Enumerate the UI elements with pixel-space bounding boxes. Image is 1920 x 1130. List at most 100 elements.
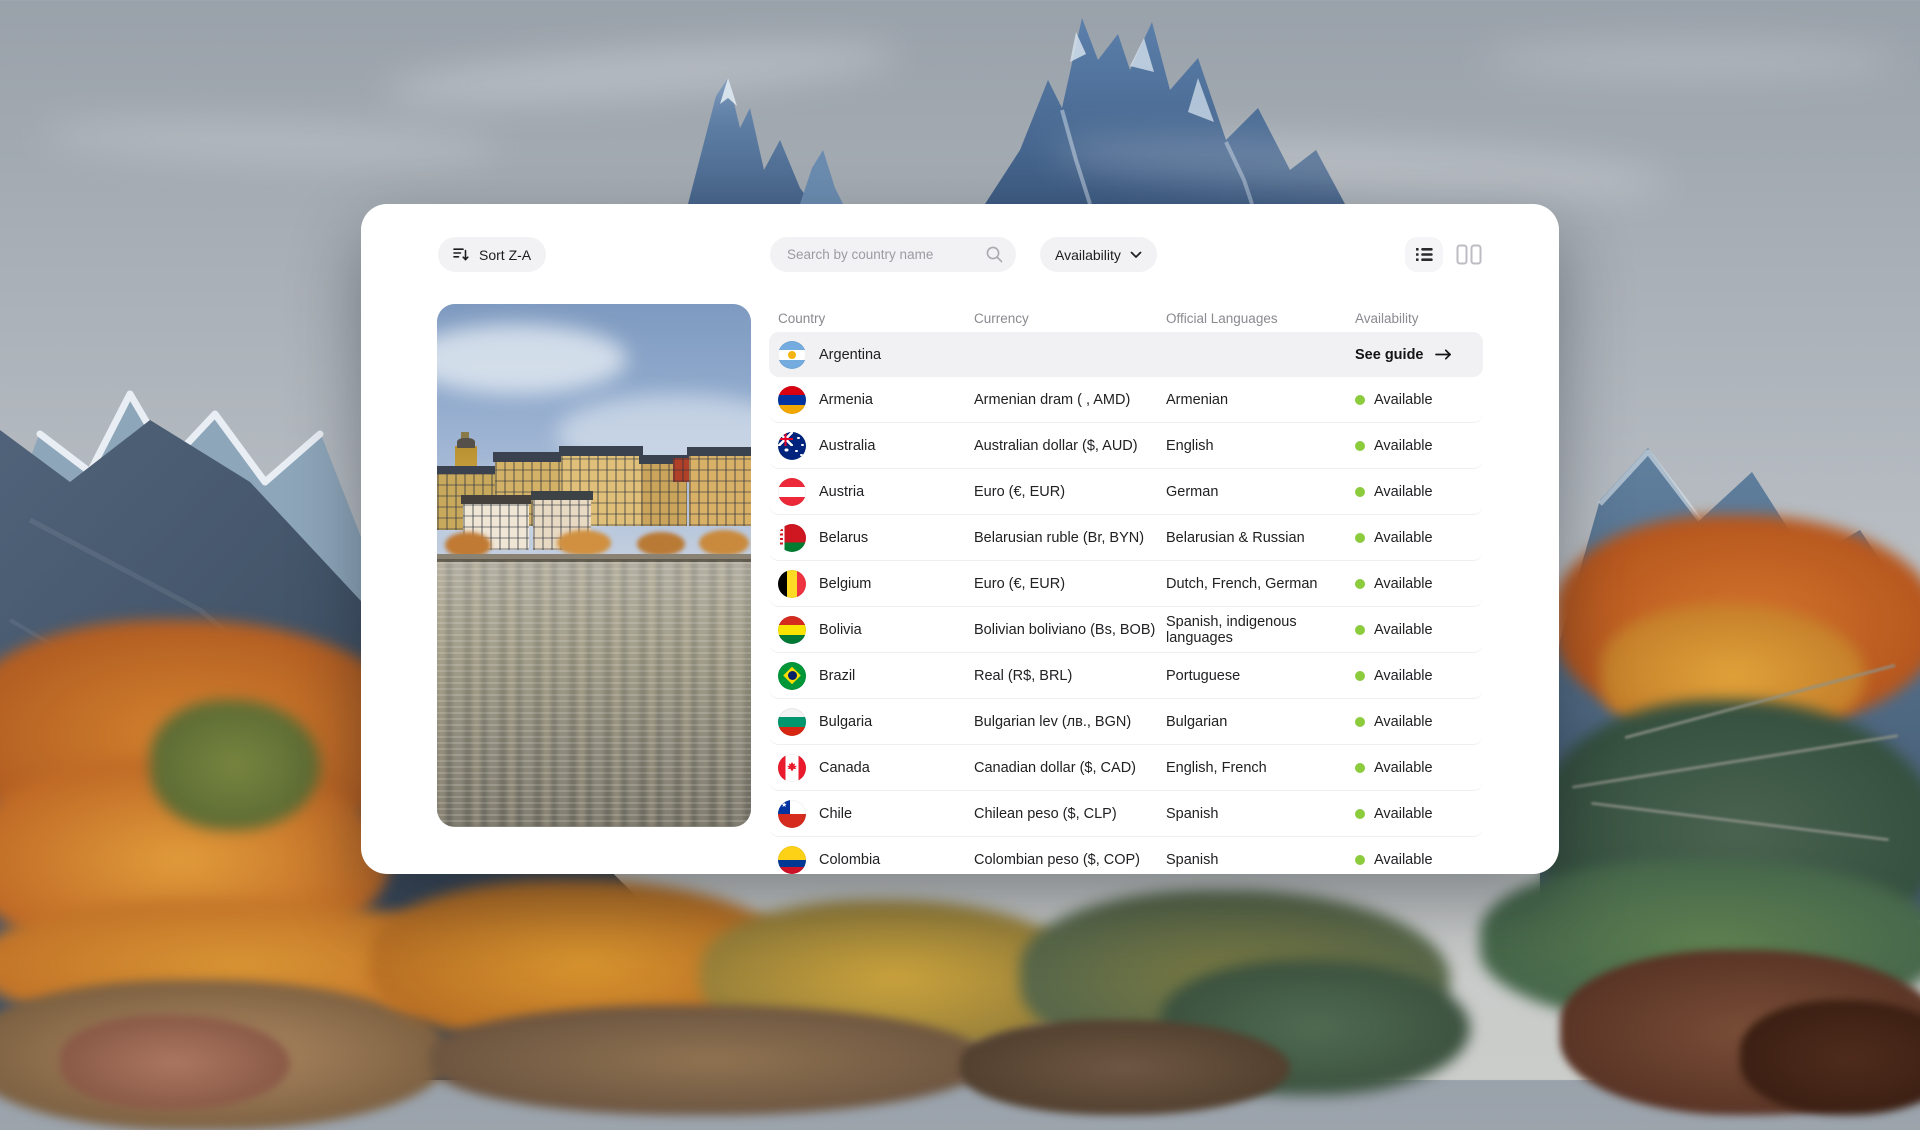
currency-value: Chilean peso ($, CLP) <box>974 806 1166 822</box>
available-dot-icon <box>1355 533 1365 543</box>
country-cell: Colombia <box>769 846 974 874</box>
table-row[interactable]: Argentina See guide <box>769 332 1483 377</box>
foliage-blob <box>1740 1000 1920 1115</box>
availability-status: Available <box>1355 622 1433 638</box>
arrow-right-icon <box>1435 348 1452 361</box>
country-cell: Argentina <box>769 341 974 369</box>
search-field <box>770 237 1016 272</box>
availability-status: Available <box>1355 714 1433 730</box>
country-name: Canada <box>819 760 870 776</box>
table-row[interactable]: Chile Chilean peso ($, CLP) Spanish Avai… <box>769 791 1483 837</box>
availability-label: Available <box>1374 530 1433 546</box>
country-name: Bulgaria <box>819 714 872 730</box>
see-guide-label: See guide <box>1355 347 1424 363</box>
availability-cell: Available <box>1355 622 1483 638</box>
country-cell: Belgium <box>769 570 974 598</box>
sort-button-label: Sort Z-A <box>479 247 531 263</box>
table-row[interactable]: Brazil Real (R$, BRL) Portuguese Availab… <box>769 653 1483 699</box>
availability-cell: Available <box>1355 806 1483 822</box>
languages-value: German <box>1166 484 1355 500</box>
available-dot-icon <box>1355 763 1365 773</box>
availability-cell: See guide <box>1355 347 1483 363</box>
availability-cell: Available <box>1355 852 1483 868</box>
bulgaria-flag-icon <box>778 708 806 736</box>
availability-status: Available <box>1355 668 1433 684</box>
country-name: Armenia <box>819 392 873 408</box>
sort-button[interactable]: Sort Z-A <box>438 237 546 272</box>
availability-cell: Available <box>1355 668 1483 684</box>
column-header-currency: Currency <box>974 311 1166 326</box>
availability-label: Available <box>1374 438 1433 454</box>
available-dot-icon <box>1355 717 1365 727</box>
chevron-down-icon <box>1130 251 1142 259</box>
table-row[interactable]: Armenia Armenian dram ( , AMD) Armenian … <box>769 377 1483 423</box>
colombia-flag-icon <box>778 846 806 874</box>
chile-flag-icon <box>778 800 806 828</box>
available-dot-icon <box>1355 441 1365 451</box>
grid-view-toggle[interactable] <box>1455 244 1483 265</box>
availability-cell: Available <box>1355 576 1483 592</box>
availability-filter-dropdown[interactable]: Availability <box>1040 237 1157 272</box>
available-dot-icon <box>1355 671 1365 681</box>
sort-descending-icon <box>453 247 470 262</box>
availability-cell: Available <box>1355 438 1483 454</box>
languages-value: English <box>1166 438 1355 454</box>
list-view-toggle[interactable] <box>1405 237 1443 272</box>
availability-label: Available <box>1374 806 1433 822</box>
see-guide-link[interactable]: See guide <box>1355 347 1452 363</box>
belarus-flag-icon <box>778 524 806 552</box>
country-name: Colombia <box>819 852 880 868</box>
currency-value: Real (R$, BRL) <box>974 668 1166 684</box>
country-name: Belgium <box>819 576 871 592</box>
availability-status: Available <box>1355 438 1433 454</box>
country-cell: Bulgaria <box>769 708 974 736</box>
table-row[interactable]: Australia Australian dollar ($, AUD) Eng… <box>769 423 1483 469</box>
table-header: Country Currency Official Languages Avai… <box>769 307 1483 329</box>
availability-status: Available <box>1355 484 1433 500</box>
canada-flag-icon <box>778 754 806 782</box>
country-cell: Armenia <box>769 386 974 414</box>
country-name: Australia <box>819 438 875 454</box>
column-header-languages: Official Languages <box>1166 311 1355 326</box>
availability-label: Available <box>1374 576 1433 592</box>
languages-value: Spanish <box>1166 852 1355 868</box>
search-icon[interactable] <box>985 245 1004 264</box>
availability-label: Available <box>1374 668 1433 684</box>
country-cell: Australia <box>769 432 974 460</box>
bolivia-flag-icon <box>778 616 806 644</box>
available-dot-icon <box>1355 855 1365 865</box>
country-cell: Bolivia <box>769 616 974 644</box>
search-input[interactable] <box>785 246 976 263</box>
country-cell: Canada <box>769 754 974 782</box>
destination-photo <box>437 304 751 827</box>
languages-value: Armenian <box>1166 392 1355 408</box>
currency-value: Armenian dram ( , AMD) <box>974 392 1166 408</box>
table-row[interactable]: Belgium Euro (€, EUR) Dutch, French, Ger… <box>769 561 1483 607</box>
languages-value: Dutch, French, German <box>1166 576 1355 592</box>
list-icon <box>1416 247 1433 262</box>
table-row[interactable]: Canada Canadian dollar ($, CAD) English,… <box>769 745 1483 791</box>
table-row[interactable]: Belarus Belarusian ruble (Br, BYN) Belar… <box>769 515 1483 561</box>
desktop: { "toolbar": { "sort_button": "Sort Z-A"… <box>0 0 1920 1080</box>
country-name: Belarus <box>819 530 868 546</box>
foliage-blob <box>430 1005 990 1115</box>
brazil-flag-icon <box>778 662 806 690</box>
currency-value: Bulgarian lev (лв., BGN) <box>974 714 1166 730</box>
country-guide-card: Sort Z-A Availability <box>361 204 1559 874</box>
table-row[interactable]: Bolivia Bolivian boliviano (Bs, BOB) Spa… <box>769 607 1483 653</box>
languages-value: Belarusian & Russian <box>1166 530 1355 546</box>
availability-status: Available <box>1355 760 1433 776</box>
currency-value: Australian dollar ($, AUD) <box>974 438 1166 454</box>
available-dot-icon <box>1355 395 1365 405</box>
table-row[interactable]: Bulgaria Bulgarian lev (лв., BGN) Bulgar… <box>769 699 1483 745</box>
australia-flag-icon <box>778 432 806 460</box>
table-row[interactable]: Austria Euro (€, EUR) German Available <box>769 469 1483 515</box>
availability-label: Available <box>1374 714 1433 730</box>
availability-status: Available <box>1355 576 1433 592</box>
country-name: Austria <box>819 484 864 500</box>
country-name: Bolivia <box>819 622 862 638</box>
table-row[interactable]: Colombia Colombian peso ($, COP) Spanish… <box>769 837 1483 882</box>
columns-icon <box>1456 244 1482 265</box>
austria-flag-icon <box>778 478 806 506</box>
country-table-body: Argentina See guide Armenia Armenian dra… <box>769 332 1483 882</box>
